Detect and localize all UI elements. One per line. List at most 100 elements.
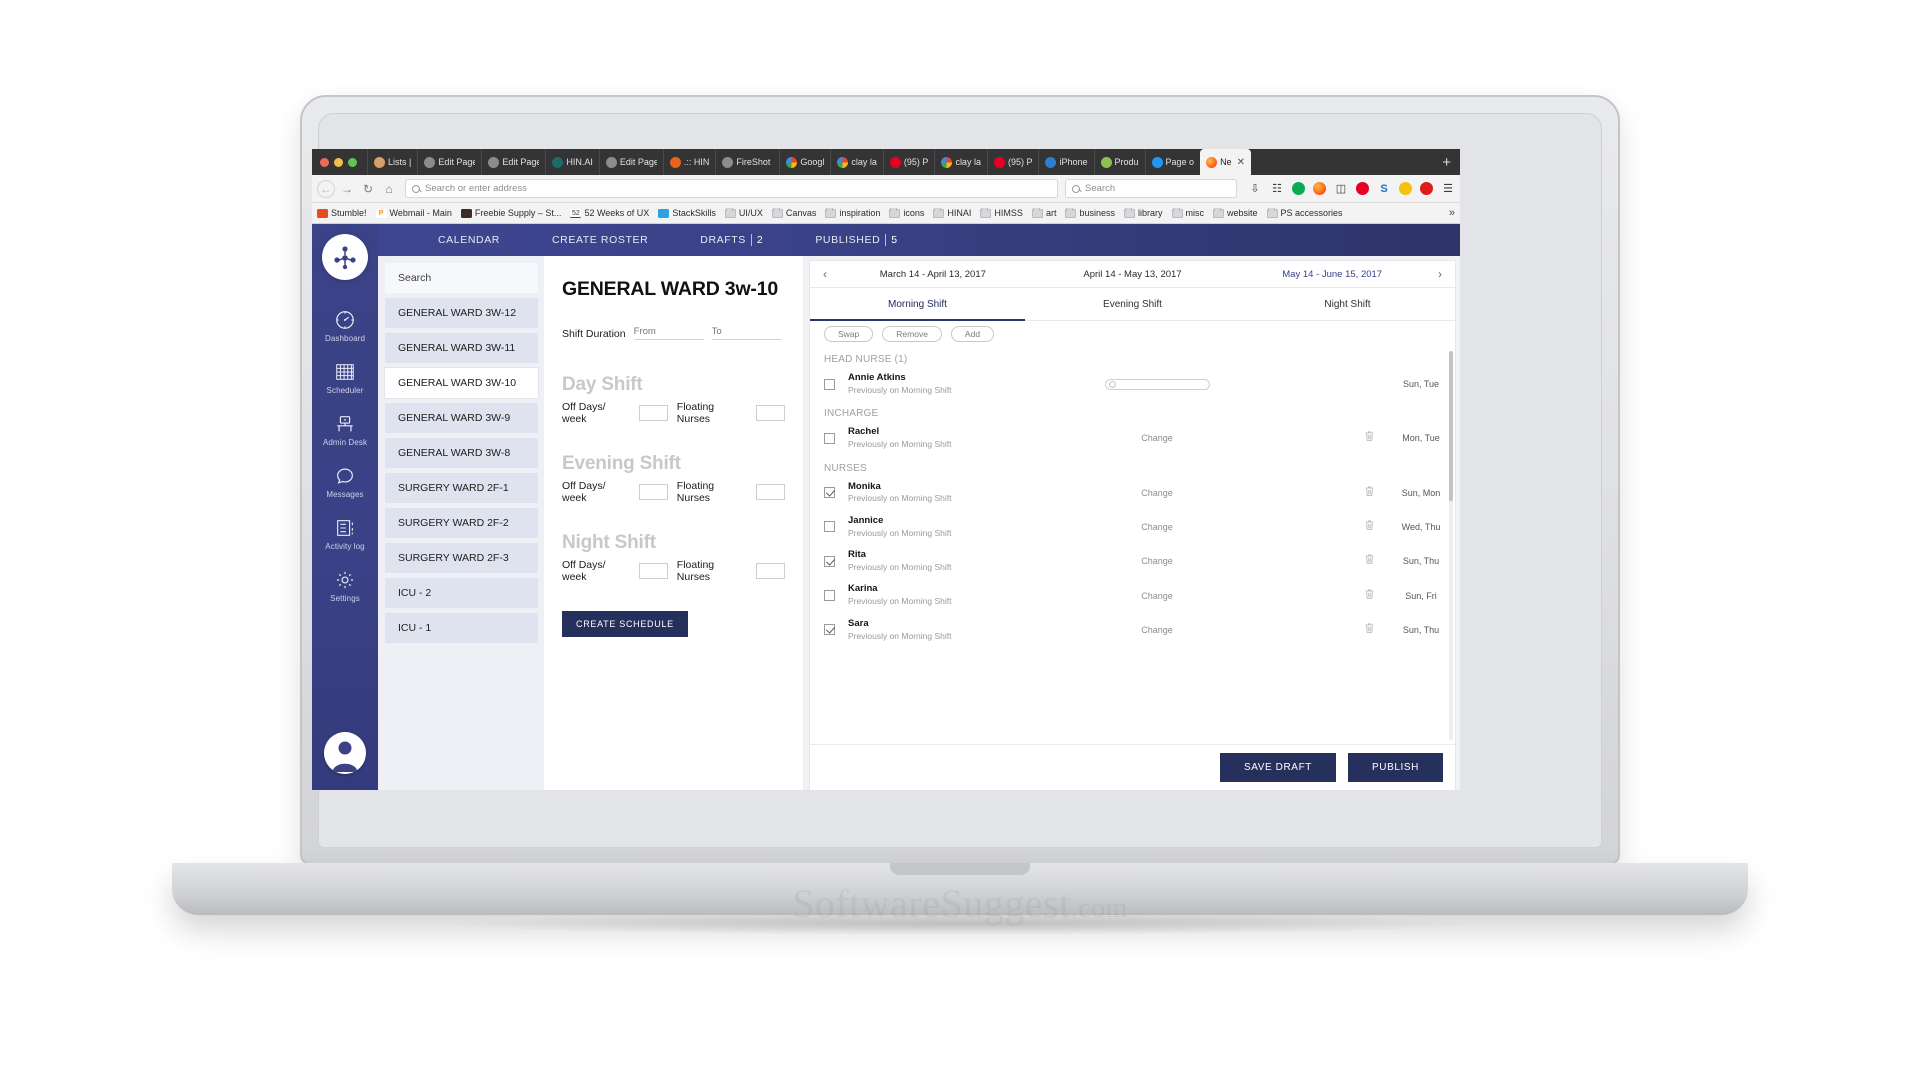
bookmark-item[interactable]: library xyxy=(1123,208,1163,218)
shift-tab-night-shift[interactable]: Night Shift xyxy=(1240,288,1455,320)
bookmark-item[interactable]: 52 52 Weeks of UX xyxy=(570,208,649,218)
bookmark-item[interactable]: inspiration xyxy=(825,208,880,218)
search-bar[interactable]: Search xyxy=(1065,179,1237,198)
back-icon[interactable]: ← xyxy=(317,179,335,198)
bookmark-item[interactable]: PS accessories xyxy=(1266,208,1343,218)
s-extension-icon[interactable]: S xyxy=(1377,182,1391,196)
shift-tab-morning-shift[interactable]: Morning Shift xyxy=(810,288,1025,321)
browser-tab[interactable]: Edit Page xyxy=(417,149,481,175)
nurse-select-checkbox[interactable] xyxy=(824,590,835,602)
create-schedule-button[interactable]: CREATE SCHEDULE xyxy=(562,611,688,637)
bookmark-item[interactable]: P Webmail - Main xyxy=(375,208,452,218)
shift-from-input[interactable] xyxy=(633,323,704,340)
browser-tab[interactable]: Page o xyxy=(1144,149,1201,175)
sidebar-item-admin-desk[interactable]: Admin Desk xyxy=(312,404,378,456)
change-link[interactable]: Change xyxy=(1141,433,1173,443)
app-logo[interactable] xyxy=(322,234,368,280)
browser-tab[interactable]: Edit Page xyxy=(481,149,545,175)
change-link[interactable]: Change xyxy=(1141,522,1173,532)
browser-tab[interactable]: (95) P xyxy=(882,149,935,175)
ward-list-item[interactable]: ICU - 1 xyxy=(385,613,538,643)
browser-tab[interactable]: clay la xyxy=(934,149,987,175)
add-button[interactable]: Add xyxy=(950,326,995,342)
record-icon[interactable] xyxy=(1420,182,1433,195)
nurse-select-checkbox[interactable] xyxy=(824,487,835,499)
publish-button[interactable]: PUBLISH xyxy=(1348,753,1443,782)
tab-calendar[interactable]: CALENDAR xyxy=(412,234,526,246)
trash-icon[interactable] xyxy=(1364,621,1375,639)
trash-icon[interactable] xyxy=(1364,587,1375,605)
bookmark-item[interactable]: UI/UX xyxy=(724,208,763,218)
nurse-select-checkbox[interactable] xyxy=(824,378,835,390)
nurse-select-checkbox[interactable] xyxy=(824,432,835,444)
sidebar-item-scheduler[interactable]: Scheduler xyxy=(312,352,378,404)
hamburger-menu-icon[interactable]: ☰ xyxy=(1441,182,1455,196)
browser-tab[interactable]: clay la xyxy=(830,149,883,175)
floating-nurses-input[interactable] xyxy=(756,484,785,500)
change-link[interactable]: Change xyxy=(1141,556,1173,566)
pinterest-icon[interactable] xyxy=(1356,182,1369,195)
bookmark-item[interactable]: Stumble! xyxy=(317,208,367,218)
off-days-input[interactable] xyxy=(638,563,668,579)
browser-tab[interactable]: Produ xyxy=(1093,149,1145,175)
close-tab-icon[interactable]: ✕ xyxy=(1237,157,1245,168)
change-link[interactable]: Change xyxy=(1141,625,1173,635)
trash-icon[interactable] xyxy=(1364,552,1375,570)
user-avatar[interactable] xyxy=(324,732,366,774)
date-range-option[interactable]: May 14 - June 15, 2017 xyxy=(1232,269,1432,280)
bookmark-item[interactable]: website xyxy=(1213,208,1258,218)
ward-list-item[interactable]: GENERAL WARD 3W-10 xyxy=(385,368,538,398)
browser-tab[interactable]: Googl xyxy=(779,149,830,175)
off-days-input[interactable] xyxy=(638,484,668,500)
trash-icon[interactable] xyxy=(1364,484,1375,502)
previous-period-icon[interactable]: ‹ xyxy=(817,267,833,281)
slider-knob[interactable] xyxy=(1108,380,1116,388)
browser-tab[interactable]: .:: HIN xyxy=(662,149,716,175)
tab-create-roster[interactable]: CREATE ROSTER xyxy=(526,234,674,246)
date-range-option[interactable]: March 14 - April 13, 2017 xyxy=(833,269,1033,280)
minimize-window-icon[interactable] xyxy=(334,157,343,167)
date-range-option[interactable]: April 14 - May 13, 2017 xyxy=(1033,269,1233,280)
home-icon[interactable]: ⌂ xyxy=(380,180,398,198)
bookmark-item[interactable]: StackSkills xyxy=(658,208,716,218)
bookmark-item[interactable]: Canvas xyxy=(771,208,816,218)
ward-list-item[interactable]: GENERAL WARD 3W-9 xyxy=(385,403,538,433)
sidebar-item-settings[interactable]: Settings xyxy=(312,560,378,612)
ward-list-item[interactable]: SURGERY WARD 2F-3 xyxy=(385,543,538,573)
reload-icon[interactable]: ↻ xyxy=(359,180,377,198)
library-icon[interactable]: ☷ xyxy=(1270,182,1284,196)
ward-list-item[interactable]: GENERAL WARD 3W-12 xyxy=(385,298,538,328)
roster-scrollbar-thumb[interactable] xyxy=(1449,351,1453,501)
browser-tab[interactable]: FireShot C xyxy=(715,149,779,175)
floating-nurses-input[interactable] xyxy=(756,563,785,579)
nurse-select-checkbox[interactable] xyxy=(824,624,835,636)
ward-list-item[interactable]: ICU - 2 xyxy=(385,578,538,608)
bookmark-item[interactable]: business xyxy=(1065,208,1115,218)
browser-tab[interactable]: (95) P xyxy=(986,149,1039,175)
browser-tab[interactable]: Edit Page xyxy=(598,149,663,175)
bookmark-item[interactable]: Freebie Supply – St... xyxy=(460,208,561,218)
ward-search-input[interactable]: Search xyxy=(385,263,538,293)
browser-tab[interactable]: Lists | xyxy=(367,149,417,175)
nurse-select-checkbox[interactable] xyxy=(824,555,835,567)
shift-tab-evening-shift[interactable]: Evening Shift xyxy=(1025,288,1240,320)
floating-nurses-input[interactable] xyxy=(756,405,785,421)
bookmarks-overflow-button[interactable]: » xyxy=(1443,207,1455,219)
nurse-select-checkbox[interactable] xyxy=(824,521,835,533)
browser-tab[interactable]: HIN.AI xyxy=(545,149,599,175)
shift-to-input[interactable] xyxy=(711,323,782,340)
forward-icon[interactable]: → xyxy=(338,180,356,198)
ward-list-item[interactable]: GENERAL WARD 3W-11 xyxy=(385,333,538,363)
download-icon[interactable]: ⇩ xyxy=(1248,182,1262,196)
save-draft-button[interactable]: SAVE DRAFT xyxy=(1219,753,1336,782)
sidebar-item-activity-log[interactable]: Activity log xyxy=(312,508,378,560)
change-link[interactable]: Change xyxy=(1141,591,1173,601)
lightbulb-icon[interactable] xyxy=(1399,182,1412,195)
ward-list-item[interactable]: SURGERY WARD 2F-1 xyxy=(385,473,538,503)
bookmark-item[interactable]: HINAI xyxy=(933,208,971,218)
bookmark-item[interactable]: art xyxy=(1031,208,1056,218)
ward-list-item[interactable]: SURGERY WARD 2F-2 xyxy=(385,508,538,538)
green-circle-icon[interactable] xyxy=(1292,182,1305,195)
firefox-account-icon[interactable] xyxy=(1313,182,1326,195)
browser-tab[interactable]: iPhone xyxy=(1038,149,1093,175)
